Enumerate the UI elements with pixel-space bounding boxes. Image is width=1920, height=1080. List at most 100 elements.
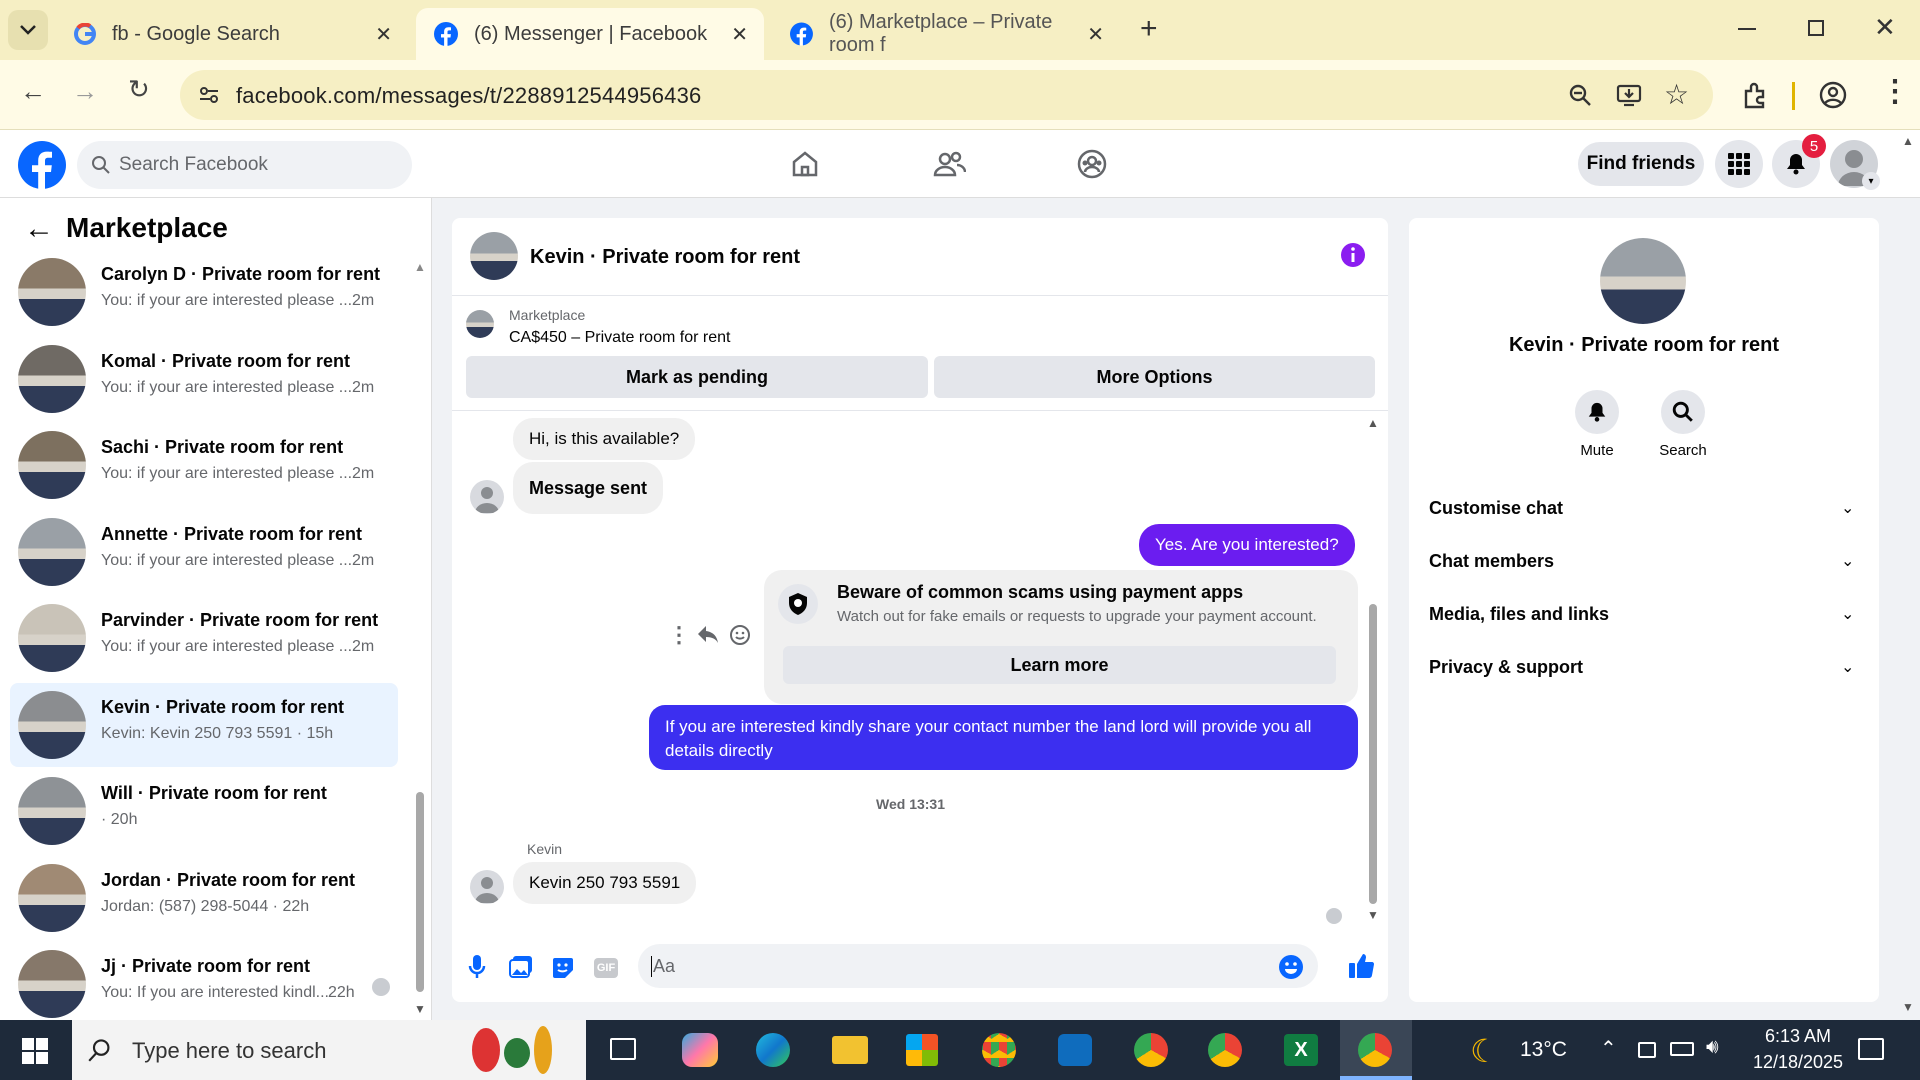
microphone-icon[interactable] bbox=[468, 954, 486, 980]
show-hidden-icons-icon[interactable]: ⌃ bbox=[1600, 1036, 1617, 1061]
battery-icon[interactable] bbox=[1670, 1042, 1694, 1056]
weather-temperature[interactable]: 13°C bbox=[1520, 1038, 1567, 1062]
mark-pending-button[interactable]: Mark as pending bbox=[466, 356, 928, 398]
chat-members-section[interactable]: Chat members bbox=[1429, 551, 1554, 572]
conversation-item[interactable]: Komal · Private room for rent You: if you… bbox=[10, 337, 398, 421]
sender-avatar[interactable] bbox=[470, 480, 504, 514]
minimize-icon[interactable] bbox=[1738, 28, 1756, 30]
chevron-down-icon[interactable]: ⌄ bbox=[1841, 604, 1854, 624]
chat-scroll-up-icon[interactable]: ▲ bbox=[1367, 416, 1379, 430]
account-chevron-icon[interactable]: ▾ bbox=[1862, 172, 1880, 190]
file-explorer-icon[interactable] bbox=[832, 1036, 868, 1064]
close-tab-icon[interactable]: ✕ bbox=[731, 22, 748, 47]
info-icon[interactable] bbox=[1340, 242, 1366, 268]
search-conversation-button[interactable] bbox=[1661, 390, 1705, 434]
site-info-icon[interactable] bbox=[198, 84, 220, 106]
list-scroll-down-icon[interactable]: ▼ bbox=[414, 1002, 426, 1016]
extensions-icon[interactable] bbox=[1741, 81, 1769, 109]
tab-google-search[interactable]: fb - Google Search ✕ bbox=[56, 8, 408, 60]
list-scroll-up-icon[interactable]: ▲ bbox=[414, 260, 426, 274]
message-more-icon[interactable]: ⋮ bbox=[668, 622, 690, 648]
chat-avatar[interactable] bbox=[470, 232, 518, 280]
tab-marketplace[interactable]: (6) Marketplace – Private room f ✕ bbox=[772, 8, 1120, 60]
conversation-item[interactable]: Carolyn D · Private room for rent You: if… bbox=[10, 250, 398, 334]
chevron-down-icon[interactable]: ⌄ bbox=[1841, 551, 1854, 571]
browser-menu-icon[interactable]: ⋮ bbox=[1880, 74, 1910, 109]
find-friends-button[interactable]: Find friends bbox=[1578, 142, 1704, 186]
media-files-links-section[interactable]: Media, files and links bbox=[1429, 604, 1609, 625]
react-smiley-icon[interactable] bbox=[729, 624, 751, 646]
new-tab-icon[interactable]: + bbox=[1140, 12, 1158, 46]
emoji-icon[interactable] bbox=[1278, 954, 1304, 980]
conversation-item[interactable]: Kevin · Private room for rent Kevin: Kevi… bbox=[10, 682, 398, 767]
conversation-item[interactable]: Will · Private room for rent · 20h bbox=[10, 769, 398, 853]
chrome-profile-b-icon[interactable] bbox=[1208, 1033, 1242, 1067]
friends-icon[interactable] bbox=[932, 149, 966, 179]
close-tab-icon[interactable]: ✕ bbox=[1087, 22, 1104, 47]
zoom-icon[interactable] bbox=[1568, 83, 1592, 107]
reply-icon[interactable] bbox=[696, 624, 720, 644]
chrome-icon[interactable] bbox=[982, 1033, 1016, 1067]
conversation-item[interactable]: Parvinder · Private room for rent You: if… bbox=[10, 596, 398, 680]
conversation-item[interactable]: Jj · Private room for rent You: If you ar… bbox=[10, 942, 398, 1026]
task-view-icon[interactable] bbox=[610, 1038, 636, 1060]
forward-icon[interactable]: → bbox=[72, 76, 98, 107]
install-app-icon[interactable] bbox=[1616, 83, 1642, 107]
message-input[interactable]: Aa bbox=[638, 944, 1318, 988]
learn-more-button[interactable]: Learn more bbox=[783, 646, 1336, 684]
sticker-icon[interactable] bbox=[551, 956, 575, 980]
conversation-item[interactable]: Sachi · Private room for rent You: if you… bbox=[10, 423, 398, 507]
copilot-icon[interactable] bbox=[682, 1033, 718, 1067]
address-bar[interactable]: facebook.com/messages/t/2288912544956436… bbox=[180, 70, 1713, 120]
taskbar-search-box[interactable]: Type here to search bbox=[72, 1020, 586, 1080]
chrome-profile-a-icon[interactable] bbox=[1134, 1033, 1168, 1067]
sender-avatar[interactable] bbox=[470, 870, 504, 904]
tab-search-button[interactable] bbox=[8, 10, 48, 50]
profile-icon[interactable] bbox=[1818, 80, 1848, 110]
back-arrow-icon[interactable]: ← bbox=[24, 212, 54, 246]
conversation-item[interactable]: Jordan · Private room for rent Jordan: (5… bbox=[10, 856, 398, 940]
clock-date[interactable]: 12/18/2025 bbox=[1748, 1052, 1848, 1073]
active-chrome-button[interactable] bbox=[1340, 1020, 1412, 1080]
groups-icon[interactable] bbox=[1076, 148, 1108, 180]
photo-icon[interactable] bbox=[509, 955, 533, 979]
chevron-down-icon[interactable]: ⌄ bbox=[1841, 657, 1854, 677]
more-options-button[interactable]: More Options bbox=[934, 356, 1375, 398]
clock-time[interactable]: 6:13 AM bbox=[1748, 1026, 1848, 1047]
back-icon[interactable]: ← bbox=[20, 76, 46, 107]
mute-button[interactable] bbox=[1575, 390, 1619, 434]
conversation-item[interactable]: Annette · Private room for rent You: if y… bbox=[10, 510, 398, 594]
windows-start-icon[interactable] bbox=[22, 1038, 48, 1064]
listing-price[interactable]: CA$450 – Private room for rent bbox=[509, 329, 730, 347]
excel-icon[interactable]: X bbox=[1284, 1034, 1318, 1066]
edge-icon[interactable] bbox=[756, 1033, 790, 1067]
store-icon[interactable] bbox=[906, 1034, 938, 1066]
tab-messenger[interactable]: (6) Messenger | Facebook ✕ bbox=[416, 8, 764, 60]
chevron-down-icon[interactable]: ⌄ bbox=[1841, 498, 1854, 518]
details-avatar[interactable] bbox=[1600, 238, 1686, 324]
close-window-icon[interactable]: ✕ bbox=[1874, 12, 1896, 43]
restore-icon[interactable] bbox=[1808, 20, 1824, 36]
customise-chat-section[interactable]: Customise chat bbox=[1429, 498, 1563, 519]
home-icon[interactable] bbox=[790, 149, 820, 179]
thumbs-up-icon[interactable] bbox=[1348, 952, 1376, 980]
chat-title[interactable]: Kevin · Private room for rent bbox=[530, 246, 800, 269]
facebook-logo-icon[interactable] bbox=[18, 141, 66, 189]
chat-scroll-down-icon[interactable]: ▼ bbox=[1367, 908, 1379, 922]
listing-thumbnail[interactable] bbox=[466, 310, 494, 338]
menu-button[interactable] bbox=[1715, 140, 1763, 188]
notification-center-icon[interactable] bbox=[1858, 1038, 1884, 1060]
close-tab-icon[interactable]: ✕ bbox=[375, 22, 392, 47]
privacy-support-section[interactable]: Privacy & support bbox=[1429, 657, 1583, 678]
list-scrollbar-thumb[interactable] bbox=[416, 792, 424, 992]
bookmark-star-icon[interactable]: ☆ bbox=[1664, 78, 1689, 111]
facebook-search-input[interactable]: Search Facebook bbox=[77, 141, 412, 189]
outlook-icon[interactable] bbox=[1058, 1034, 1092, 1066]
gif-icon[interactable]: GIF bbox=[594, 958, 618, 978]
volume-icon[interactable]: 🔊︎ bbox=[1706, 1036, 1719, 1059]
page-scroll-up-icon[interactable]: ▲ bbox=[1902, 134, 1914, 148]
page-scroll-down-icon[interactable]: ▼ bbox=[1902, 1000, 1914, 1014]
chat-scrollbar-thumb[interactable] bbox=[1369, 604, 1377, 904]
reload-icon[interactable]: ↻ bbox=[128, 74, 150, 105]
meet-icon[interactable] bbox=[1638, 1042, 1656, 1058]
